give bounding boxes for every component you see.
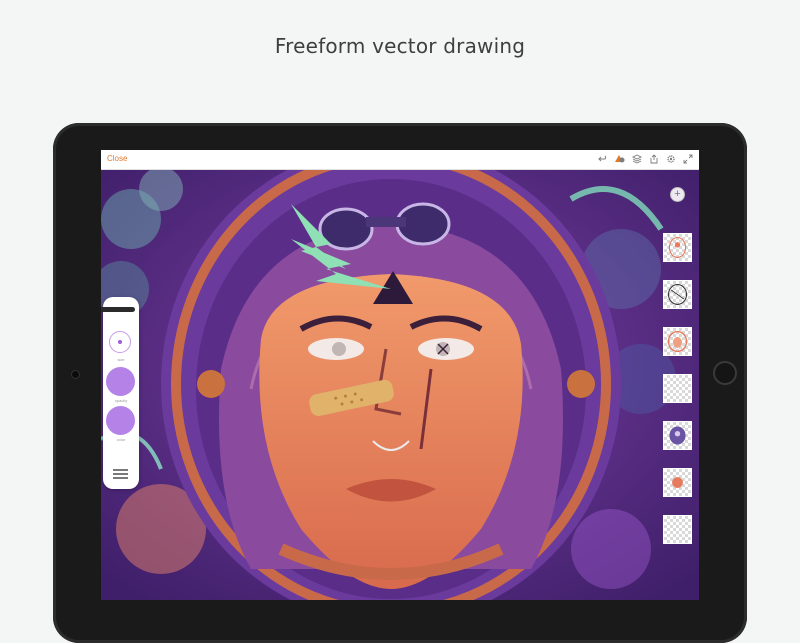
settings-icon[interactable]	[665, 153, 676, 165]
color-swatch[interactable]	[106, 406, 135, 435]
app-toolbar: Close	[101, 150, 699, 170]
brush-tip-icon[interactable]	[101, 307, 135, 312]
layer-thumbnail[interactable]	[663, 280, 692, 309]
share-icon[interactable]	[648, 153, 659, 165]
drawing-canvas[interactable]	[101, 169, 699, 600]
layer-thumbnail[interactable]	[663, 421, 692, 450]
layer-thumbnail[interactable]	[663, 233, 692, 262]
page-headline: Freeform vector drawing	[274, 34, 526, 58]
size-label: size	[117, 357, 125, 362]
undo-icon[interactable]	[597, 153, 608, 165]
app-screen: Close size opacity color +	[101, 150, 699, 600]
shapes-icon[interactable]	[614, 153, 625, 165]
opacity-swatch[interactable]	[106, 367, 135, 396]
brush-settings-icon[interactable]	[113, 469, 128, 479]
fullscreen-icon[interactable]	[682, 153, 693, 165]
front-camera	[71, 370, 80, 379]
brush-tool-panel: size opacity color	[101, 297, 139, 489]
add-layer-button[interactable]: +	[670, 187, 685, 202]
layer-thumbnail[interactable]	[663, 515, 692, 544]
brush-size-dot	[118, 340, 122, 344]
toolbar-icon-group	[597, 153, 693, 165]
brush-size-dial[interactable]	[109, 331, 131, 353]
layer-thumbnail[interactable]	[663, 468, 692, 497]
layer-thumbnail[interactable]	[663, 374, 692, 403]
close-button[interactable]: Close	[107, 154, 127, 163]
home-button[interactable]	[713, 361, 737, 385]
layer-thumbnail[interactable]	[663, 327, 692, 356]
layers-panel: +	[661, 187, 695, 592]
color-label: color	[116, 437, 126, 442]
layers-icon[interactable]	[631, 153, 642, 165]
opacity-label: opacity	[114, 398, 128, 403]
